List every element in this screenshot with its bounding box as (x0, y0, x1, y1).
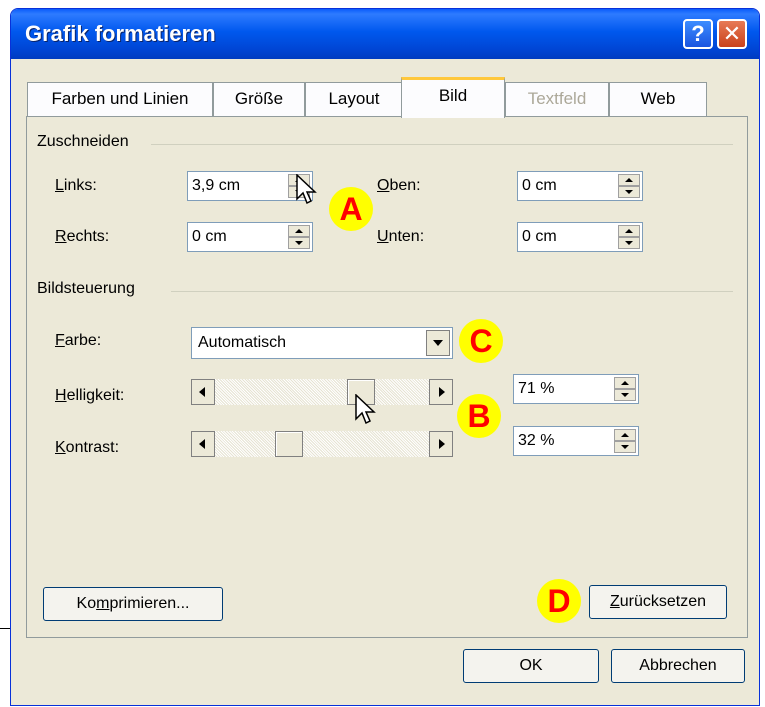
annotation-marker-c: C (459, 319, 503, 363)
spin-up-button[interactable] (618, 174, 640, 186)
ok-button[interactable]: OK (463, 649, 599, 683)
mnemonic: Z (609, 593, 620, 610)
brightness-slider[interactable] (191, 379, 453, 405)
mnemonic: m (96, 595, 110, 612)
mnemonic: R (55, 228, 67, 245)
marker-letter: C (469, 323, 493, 359)
spin-down-button[interactable] (618, 186, 640, 198)
tab-label: Größe (234, 89, 284, 108)
compress-button[interactable]: Komprimieren... (43, 587, 223, 621)
contrast-label: Kontrast: (55, 439, 119, 457)
close-button[interactable]: ✕ (717, 19, 747, 49)
annotation-marker-d: D (537, 579, 581, 623)
color-dropdown[interactable]: Automatisch (191, 327, 453, 359)
slider-left-arrow[interactable] (191, 379, 215, 405)
window-title: Grafik formatieren (25, 21, 216, 46)
mouse-pointer-icon (355, 394, 376, 425)
crop-left-spinner[interactable]: 3,9 cm (187, 171, 313, 201)
spin-down-button[interactable] (288, 237, 310, 249)
annotation-marker-a: A (329, 187, 373, 231)
crop-top-label: Oben: (377, 177, 421, 195)
crop-right-label: Rechts: (55, 228, 109, 246)
group-label-crop: Zuschneiden (37, 133, 135, 151)
mnemonic: F (55, 332, 65, 349)
brightness-spinner[interactable]: 71 % (513, 374, 639, 404)
tab-farben-und-linien[interactable]: Farben und Linien (27, 82, 213, 116)
group-divider (151, 144, 733, 145)
tab-bild[interactable]: Bild (401, 77, 505, 118)
spin-up-button[interactable] (614, 377, 636, 389)
tab-web[interactable]: Web (609, 82, 707, 116)
tab-label: Textfeld (527, 89, 587, 108)
label-text: elligkeit: (66, 387, 125, 404)
cancel-button[interactable]: Abbrechen (611, 649, 745, 683)
marker-letter: B (467, 398, 491, 434)
slider-left-arrow[interactable] (191, 431, 215, 457)
mnemonic: O (377, 177, 390, 194)
title-bar[interactable]: Grafik formatieren ? ✕ (11, 9, 759, 59)
crop-top-spinner[interactable]: 0 cm (517, 171, 643, 201)
contrast-value[interactable]: 32 % (518, 432, 554, 450)
label-text: arbe: (64, 332, 102, 349)
help-button[interactable]: ? (683, 19, 713, 49)
spin-down-button[interactable] (614, 441, 636, 453)
mnemonic: U (377, 228, 389, 245)
spin-up-button[interactable] (288, 225, 310, 237)
chevron-down-icon[interactable] (426, 330, 450, 356)
crop-right-value[interactable]: 0 cm (192, 228, 227, 246)
marker-letter: D (547, 583, 571, 619)
contrast-spinner[interactable]: 32 % (513, 426, 639, 456)
crop-right-spinner[interactable]: 0 cm (187, 222, 313, 252)
mnemonic: L (55, 177, 64, 194)
slider-track[interactable] (215, 379, 429, 405)
crop-bottom-spinner[interactable]: 0 cm (517, 222, 643, 252)
brightness-value[interactable]: 71 % (518, 380, 554, 398)
button-text: Ko (76, 595, 97, 612)
spin-down-button[interactable] (614, 389, 636, 401)
tab-layout[interactable]: Layout (305, 82, 403, 116)
label-text: ben: (389, 177, 421, 194)
brightness-label: Helligkeit: (55, 387, 124, 405)
spin-down-button[interactable] (618, 237, 640, 249)
tab-textfeld[interactable]: Textfeld (505, 82, 609, 116)
dialog-window: Grafik formatieren ? ✕ Farben und Linien… (10, 8, 760, 706)
contrast-slider[interactable] (191, 431, 453, 457)
label-text: inks: (63, 177, 97, 194)
mnemonic: H (55, 387, 67, 404)
tab-label: Bild (438, 86, 468, 105)
marker-letter: A (339, 191, 363, 227)
label-text: ontrast: (65, 439, 120, 456)
slider-right-arrow[interactable] (429, 379, 453, 405)
crop-top-value[interactable]: 0 cm (522, 177, 557, 195)
tab-label: Web (640, 89, 676, 108)
crop-left-value[interactable]: 3,9 cm (192, 177, 240, 195)
label-text: echts: (66, 228, 110, 245)
tab-groesse[interactable]: Größe (213, 82, 305, 116)
crop-bottom-value[interactable]: 0 cm (522, 228, 557, 246)
spin-up-button[interactable] (618, 225, 640, 237)
annotation-marker-b: B (457, 394, 501, 438)
mouse-pointer-icon (296, 174, 317, 205)
button-text: primieren... (109, 595, 190, 612)
mnemonic: K (55, 439, 66, 456)
tab-label: Layout (328, 89, 380, 108)
slider-right-arrow[interactable] (429, 431, 453, 457)
reset-button[interactable]: Zurücksetzen (589, 585, 727, 619)
button-text: urücksetzen (619, 593, 707, 610)
label-text: nten: (388, 228, 425, 245)
tab-label: Farben und Linien (51, 89, 189, 108)
color-dropdown-value: Automatisch (198, 334, 287, 351)
group-divider (171, 291, 733, 292)
crop-left-label: Links: (55, 177, 97, 195)
crop-bottom-label: Unten: (377, 228, 424, 246)
slider-track[interactable] (215, 431, 429, 457)
spin-up-button[interactable] (614, 429, 636, 441)
color-label: Farbe: (55, 332, 101, 350)
group-label-image-control: Bildsteuerung (37, 280, 141, 298)
slider-thumb[interactable] (274, 431, 303, 457)
